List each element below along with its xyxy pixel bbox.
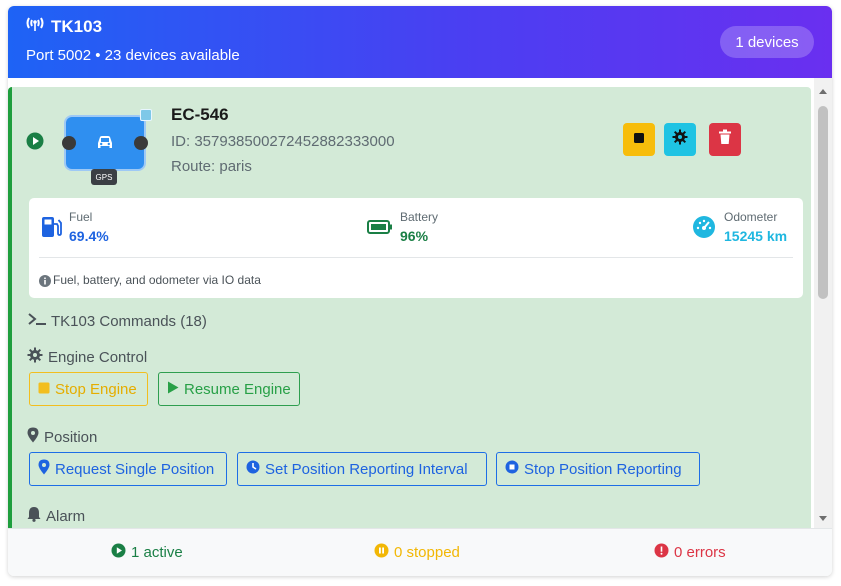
- stop-square-icon: [38, 381, 50, 398]
- device-connector-right: [134, 136, 148, 150]
- error-circle-icon: [654, 543, 669, 562]
- device-settings-button[interactable]: [664, 123, 696, 156]
- device-list[interactable]: GPS EC-546 ID: 357938500272452882333000 …: [8, 78, 832, 528]
- delete-device-button[interactable]: [709, 123, 741, 156]
- fuel-label: Fuel: [69, 210, 93, 224]
- set-position-interval-label: Set Position Reporting Interval: [265, 460, 468, 478]
- alarm-title: Alarm: [46, 507, 86, 525]
- resume-engine-label: Resume Engine: [184, 380, 291, 398]
- tk103-panel: TK103 Port 5002 • 23 devices available 1…: [8, 6, 832, 576]
- telemetry-note: Fuel, battery, and odometer via IO data: [53, 273, 261, 287]
- gps-tag: GPS: [91, 169, 117, 185]
- device-route: Route: paris: [171, 158, 252, 175]
- stop-device-button[interactable]: [623, 123, 655, 156]
- request-single-position-button[interactable]: Request Single Position: [29, 452, 227, 486]
- odometer-label: Odometer: [724, 210, 778, 224]
- battery-value: 96%: [400, 228, 429, 244]
- active-count: 1 active: [111, 543, 183, 562]
- device-name: EC-546: [171, 105, 229, 124]
- terminal-icon: [27, 312, 47, 330]
- antenna-icon: [25, 16, 45, 37]
- play-icon: [167, 381, 179, 398]
- telemetry-stats: Fuel 69.4% Battery 96% Odometer 15245 km…: [29, 198, 803, 298]
- active-count-label: 1 active: [131, 544, 183, 561]
- pause-circle-icon: [374, 543, 389, 562]
- cog-icon: [27, 347, 43, 367]
- position-section: Position: [27, 427, 97, 447]
- stop-icon: [633, 131, 645, 149]
- odometer-value: 15245 km: [724, 228, 788, 244]
- map-pin-icon: [27, 427, 39, 447]
- play-circle-icon: [111, 543, 126, 562]
- scrollbar[interactable]: [814, 78, 832, 528]
- scroll-down-icon[interactable]: [818, 510, 828, 521]
- stop-position-reporting-label: Stop Position Reporting: [524, 460, 682, 478]
- status-footer: 1 active 0 stopped 0 errors: [8, 528, 832, 576]
- bell-icon: [27, 506, 41, 526]
- fuel-value: 69.4%: [69, 228, 109, 244]
- page-title: TK103: [51, 16, 103, 36]
- device-image: [62, 117, 148, 169]
- stop-position-reporting-button[interactable]: Stop Position Reporting: [496, 452, 700, 486]
- trash-icon: [718, 129, 732, 150]
- play-circle-icon: [26, 132, 44, 150]
- info-icon: [39, 274, 51, 287]
- device-corner-badge: [140, 109, 152, 121]
- request-single-position-label: Request Single Position: [55, 460, 215, 478]
- devices-count-badge: 1 devices: [720, 26, 814, 58]
- stop-engine-button[interactable]: Stop Engine: [29, 372, 148, 406]
- engine-control-section: Engine Control: [27, 347, 147, 367]
- header-subtitle: Port 5002 • 23 devices available: [26, 47, 240, 64]
- header-title-row: TK103: [25, 16, 102, 37]
- stats-divider: [39, 257, 793, 258]
- alarm-section: Alarm: [27, 506, 85, 526]
- map-marker-icon: [38, 459, 50, 479]
- speedometer-icon: [692, 215, 716, 239]
- scrollbar-thumb[interactable]: [818, 106, 828, 299]
- device-id: ID: 357938500272452882333000: [171, 133, 395, 150]
- gear-icon: [672, 129, 688, 150]
- commands-toggle[interactable]: TK103 Commands (18): [27, 312, 207, 330]
- panel-header: TK103 Port 5002 • 23 devices available 1…: [8, 6, 832, 78]
- stopped-count: 0 stopped: [374, 543, 460, 562]
- errors-count: 0 errors: [654, 543, 726, 562]
- errors-count-label: 0 errors: [674, 544, 726, 561]
- set-position-interval-button[interactable]: Set Position Reporting Interval: [237, 452, 487, 486]
- car-icon: [94, 131, 116, 153]
- scroll-up-icon[interactable]: [818, 84, 828, 94]
- clock-icon: [246, 460, 260, 478]
- engine-control-title: Engine Control: [48, 348, 148, 366]
- position-title: Position: [44, 428, 98, 446]
- resume-engine-button[interactable]: Resume Engine: [158, 372, 300, 406]
- battery-icon: [367, 215, 392, 239]
- stop-engine-label: Stop Engine: [55, 380, 137, 398]
- commands-header: TK103 Commands (18): [51, 312, 207, 330]
- fuel-pump-icon: [39, 215, 63, 239]
- stop-circle-icon: [505, 460, 519, 478]
- stopped-count-label: 0 stopped: [394, 544, 460, 561]
- device-connector-left: [62, 136, 76, 150]
- battery-label: Battery: [400, 210, 439, 224]
- device-card[interactable]: GPS EC-546 ID: 357938500272452882333000 …: [8, 87, 811, 528]
